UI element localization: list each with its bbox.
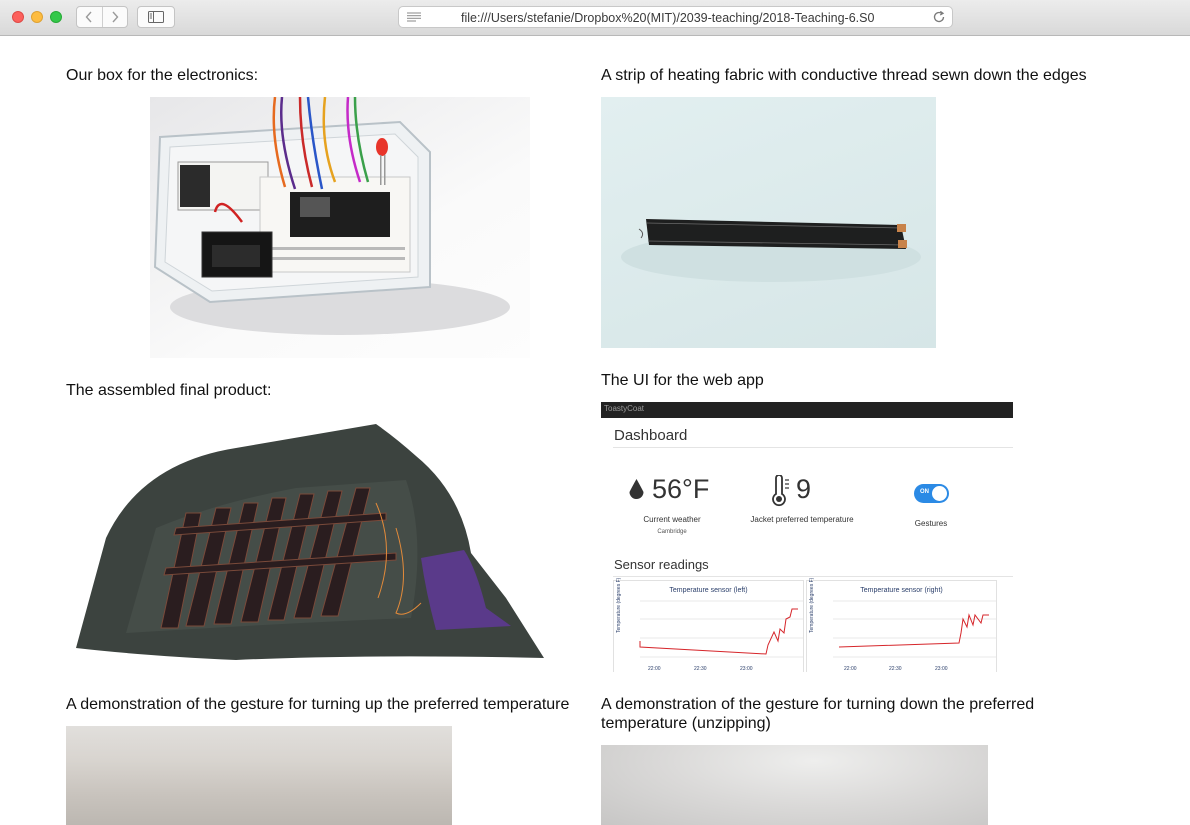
x-tick: 23:00: [935, 666, 948, 672]
weather-value: 56°F: [652, 474, 710, 504]
toggle-on-label: ON: [920, 489, 929, 495]
gesture-down-caption: A demonstration of the gesture for turni…: [601, 696, 1035, 732]
chevron-right-icon: [112, 11, 119, 23]
preferred-temperature-value: 9: [796, 474, 812, 504]
x-tick: 22:00: [648, 666, 661, 672]
webapp-caption: The UI for the web app: [601, 372, 764, 389]
zoom-window-button[interactable]: [50, 11, 62, 23]
weather-location: Cambridge: [657, 529, 687, 535]
chart-plot: [639, 600, 803, 658]
weather-label: Current weather: [643, 515, 701, 524]
heating-fabric-photo: [601, 97, 936, 348]
webapp-brand: ToastyCoat: [604, 404, 645, 413]
chevron-left-icon: [85, 11, 92, 23]
webapp-navbar: ToastyCoat: [601, 402, 1013, 418]
history-navigation: [76, 6, 128, 28]
x-tick: 22:30: [694, 666, 707, 672]
water-drop-icon: [629, 479, 644, 499]
close-window-button[interactable]: [12, 11, 24, 23]
x-tick: 23:00: [740, 666, 753, 672]
divider: [613, 447, 1013, 448]
jacket-caption: The assembled final product:: [66, 382, 272, 399]
x-tick: 22:00: [844, 666, 857, 672]
fabric-caption: A strip of heating fabric with conductiv…: [601, 67, 1087, 84]
temperature-chart-left: Temperature sensor (left) Temperature (d…: [613, 577, 804, 672]
webapp-dashboard-title: Dashboard: [614, 427, 688, 444]
thermometer-icon: [772, 475, 789, 507]
electronics-caption: Our box for the electronics:: [66, 67, 259, 84]
chart-y-label: Temperature (degrees F): [616, 577, 622, 633]
chart-plot: [833, 600, 996, 658]
chart-title: Temperature sensor (right): [860, 587, 943, 594]
gesture-down-photo: [601, 745, 988, 825]
sidebar-icon: [148, 11, 164, 23]
assembled-jacket-photo: [66, 418, 546, 663]
sidebar-toggle-button[interactable]: [137, 6, 175, 28]
minimize-window-button[interactable]: [31, 11, 43, 23]
x-tick: 22:30: [889, 666, 902, 672]
chart-y-label: Temperature (degrees F): [809, 577, 815, 633]
preferred-temperature-label: Jacket preferred temperature: [750, 515, 854, 524]
sensor-readings-title: Sensor readings: [614, 557, 709, 572]
address-bar[interactable]: file:///Users/stefanie/Dropbox%20(MIT)/2…: [398, 6, 953, 28]
webapp-ui-screenshot: ToastyCoat Dashboard 56°F Current weathe…: [601, 402, 1013, 672]
temperature-chart-right: Temperature sensor (right) Temperature (…: [806, 577, 997, 672]
reload-icon[interactable]: [932, 10, 946, 24]
toggle-knob: [932, 486, 947, 501]
electronics-box-photo: [150, 97, 530, 358]
browser-toolbar: file:///Users/stefanie/Dropbox%20(MIT)/2…: [0, 0, 1190, 36]
reader-icon[interactable]: [407, 12, 421, 22]
forward-button[interactable]: [101, 7, 128, 27]
gesture-up-caption: A demonstration of the gesture for turni…: [66, 696, 570, 713]
gestures-label: Gestures: [914, 519, 948, 528]
chart-title: Temperature sensor (left): [669, 587, 748, 594]
url-text: file:///Users/stefanie/Dropbox%20(MIT)/2…: [461, 11, 931, 25]
back-button[interactable]: [77, 7, 102, 27]
gesture-up-photo: [66, 726, 452, 825]
gestures-toggle[interactable]: ON: [914, 484, 949, 503]
